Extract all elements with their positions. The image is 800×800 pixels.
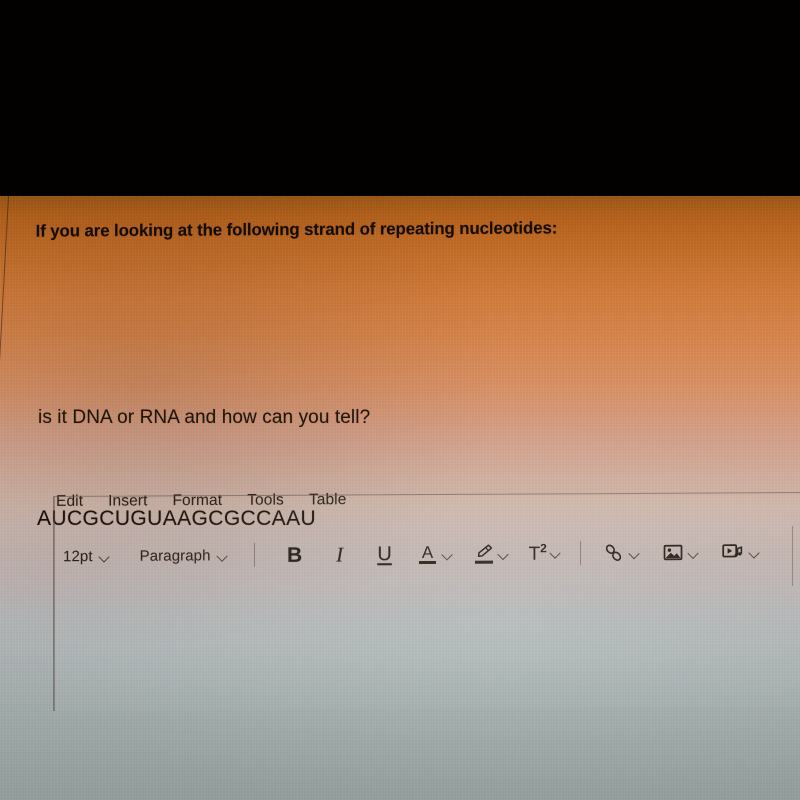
photo-of-screen: If you are looking at the following stra… bbox=[0, 0, 800, 800]
content-area-left-border bbox=[54, 496, 55, 711]
monitor-screen-area: If you are looking at the following stra… bbox=[0, 196, 800, 800]
editor-content-area[interactable] bbox=[53, 492, 800, 711]
letterbox-bar bbox=[0, 0, 800, 196]
editor-content-text bbox=[54, 493, 800, 557]
question-body-text: is it DNA or RNA and how can you tell? bbox=[38, 407, 371, 428]
question-prompt-text: If you are looking at the following stra… bbox=[35, 218, 558, 241]
